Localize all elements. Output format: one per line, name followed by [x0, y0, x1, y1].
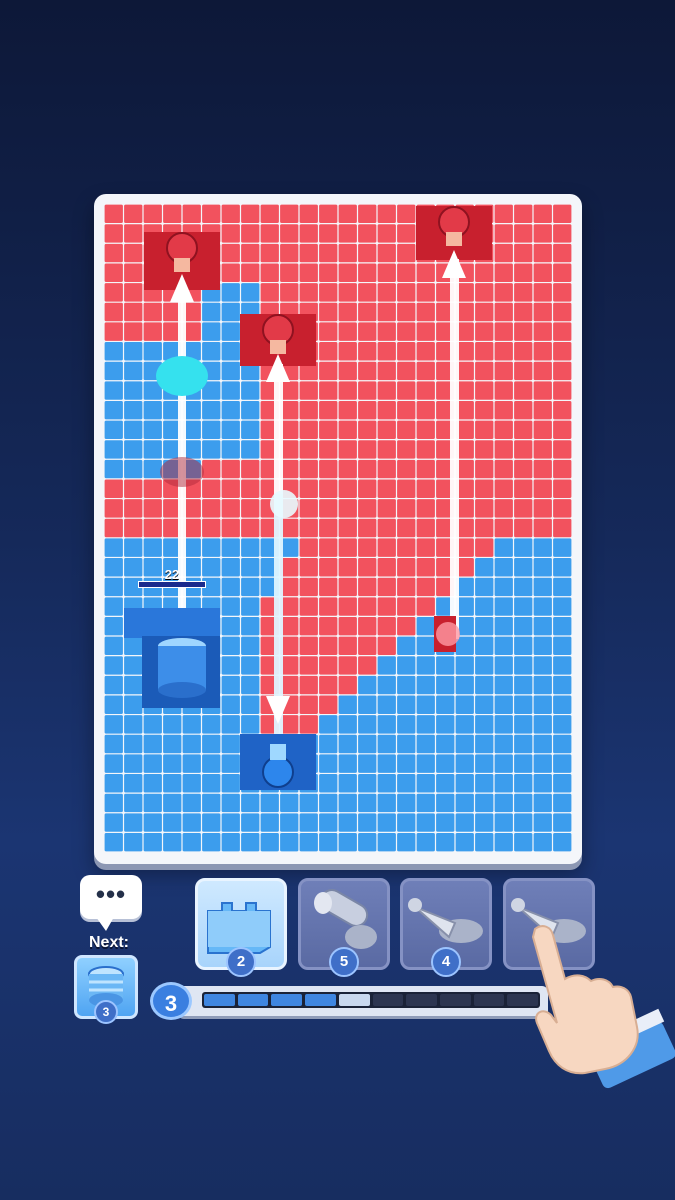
tower-hp-label: 22	[138, 568, 206, 588]
tower-hp-value: 22	[164, 567, 180, 582]
slot-count-badge: 2	[226, 947, 256, 977]
tower-bottom	[158, 682, 206, 698]
progress-segment	[271, 994, 303, 1006]
laser-beam	[178, 288, 186, 612]
laser-beam	[450, 259, 459, 639]
slot-drill[interactable]: 4	[400, 878, 492, 977]
slot-count-badge: 5	[329, 947, 359, 977]
slot-cannon[interactable]: 5	[298, 878, 390, 977]
chat-button[interactable]: •••	[80, 875, 142, 931]
progress-segment	[338, 994, 370, 1006]
tutorial-hand-icon	[531, 925, 675, 1089]
shadow-mark	[160, 457, 204, 487]
progress-segment	[305, 994, 336, 1006]
slot-count-badge: 4	[431, 947, 461, 977]
slot-wall[interactable]: 2	[195, 878, 287, 977]
progress-segment	[406, 994, 437, 1006]
blue-turret-icon	[262, 756, 294, 788]
turret-nozzle	[446, 232, 462, 246]
impact-spark	[270, 490, 298, 518]
impact-spark	[436, 622, 460, 646]
progress-segment	[473, 994, 505, 1006]
level-progress-bar	[178, 986, 548, 1016]
next-label: Next:	[88, 934, 129, 951]
progress-segment	[204, 994, 235, 1006]
chat-dots-icon: •••	[95, 879, 127, 909]
turret-nozzle	[270, 744, 286, 760]
turret-nozzle	[270, 340, 286, 354]
level-indicator: 3	[150, 982, 192, 1020]
progress-segment	[237, 994, 269, 1006]
laser-beam	[274, 364, 283, 494]
progress-track	[202, 992, 540, 1008]
progress-segment	[372, 994, 404, 1006]
turret-nozzle	[174, 258, 190, 272]
blue-wall	[124, 608, 220, 638]
progress-segment	[439, 994, 471, 1006]
energy-orb	[156, 356, 208, 396]
territory-grid[interactable]	[104, 204, 572, 852]
game-board[interactable]	[104, 204, 572, 852]
tower-hp-bar	[138, 581, 206, 588]
next-item-card: 3	[74, 955, 138, 1024]
next-count-badge: 3	[94, 1000, 118, 1024]
